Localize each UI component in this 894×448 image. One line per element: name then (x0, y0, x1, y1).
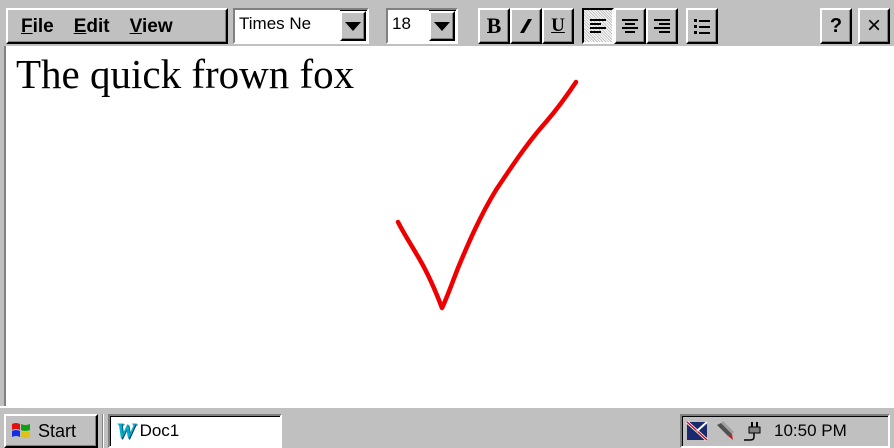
font-size-value: 18 (388, 10, 429, 42)
align-right-icon (654, 19, 670, 33)
system-tray: 10:50 PM (680, 414, 890, 448)
align-left-button[interactable] (582, 8, 614, 44)
menu-view[interactable]: View (121, 17, 184, 36)
menu-file-label: ile (32, 15, 54, 37)
ink-checkmark (395, 79, 579, 311)
chevron-down-icon (434, 21, 450, 31)
windows-flag-icon (12, 423, 30, 438)
font-size-dropdown-button[interactable] (429, 11, 455, 41)
start-label: Start (38, 420, 77, 441)
align-center-icon (622, 19, 638, 33)
menu-view-mnemonic: V (129, 15, 142, 37)
help-icon: ? (829, 14, 843, 37)
bold-label: B (486, 13, 502, 38)
start-button[interactable]: Start (4, 414, 98, 448)
menu-file[interactable]: File (12, 17, 65, 36)
ink-stroke (395, 79, 579, 311)
align-left-icon (590, 19, 606, 33)
task-doc1[interactable]: W Doc1 (108, 414, 282, 448)
stylus-icon[interactable] (714, 421, 736, 441)
toolbar: File Edit View Times Ne 18 B U ? × (0, 0, 894, 46)
align-center-button[interactable] (614, 8, 646, 44)
menu-edit-mnemonic: E (73, 15, 87, 37)
close-icon: × (866, 12, 881, 39)
bullet-list-icon (694, 19, 710, 34)
bold-button[interactable]: B (478, 8, 510, 44)
align-right-button[interactable] (646, 8, 678, 44)
menu-edit-label: dit (86, 15, 110, 37)
italic-icon (520, 19, 532, 33)
font-name-value: Times Ne (235, 10, 340, 42)
close-button[interactable]: × (858, 8, 890, 44)
menu-bar: File Edit View (6, 8, 228, 44)
menu-edit[interactable]: Edit (65, 17, 121, 36)
font-name-dropdown-button[interactable] (340, 11, 366, 41)
word-doc-icon: W (116, 418, 136, 443)
chevron-down-icon (345, 21, 361, 31)
document-area[interactable]: The quick frown fox (4, 46, 894, 406)
taskbar: Start W Doc1 10:50 PM (0, 406, 894, 448)
italic-button[interactable] (510, 8, 542, 44)
menu-file-mnemonic: F (21, 15, 33, 37)
font-name-combo[interactable]: Times Ne (233, 8, 369, 44)
underline-button[interactable]: U (542, 8, 574, 44)
font-size-combo[interactable]: 18 (386, 8, 458, 44)
clock[interactable]: 10:50 PM (774, 421, 847, 441)
help-button[interactable]: ? (820, 8, 852, 44)
bullets-button[interactable] (686, 8, 718, 44)
power-plug-icon[interactable] (742, 421, 766, 441)
taskbar-divider (102, 414, 104, 448)
task-doc1-label: Doc1 (139, 421, 180, 440)
network-icon[interactable] (686, 421, 708, 441)
underline-label: U (551, 15, 565, 36)
menu-view-label: iew (141, 15, 173, 37)
